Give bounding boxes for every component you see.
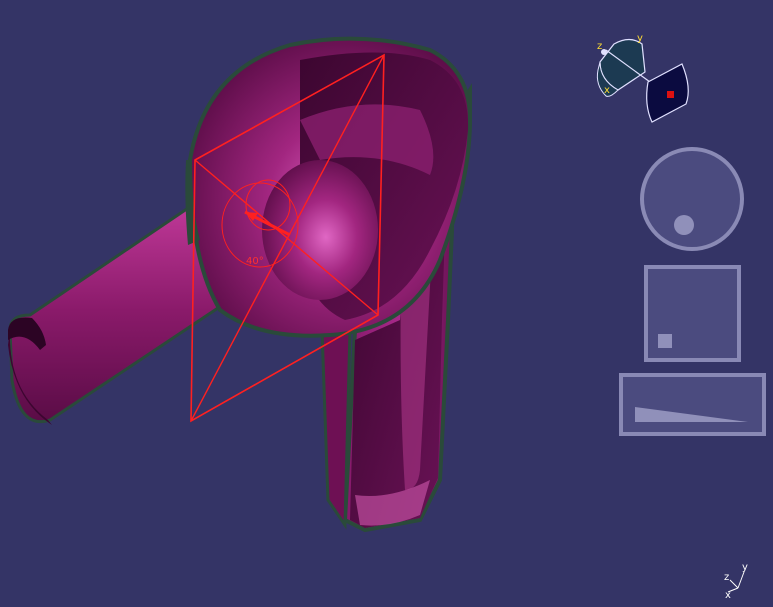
pad-ghost-dot: [658, 334, 672, 348]
compass-x-label: x: [604, 85, 610, 96]
pad-ghost-icon[interactable]: [644, 265, 741, 362]
axis-triad-icon: y z x: [724, 562, 748, 601]
sphere-ghost-dot: [674, 215, 694, 235]
compass-icon[interactable]: z y x: [596, 33, 689, 123]
axis-z-label: z: [724, 572, 729, 583]
axis-y-label: y: [742, 562, 748, 573]
slider-ghost-icon[interactable]: [619, 373, 766, 436]
sphere-ghost-icon[interactable]: [640, 147, 744, 251]
axis-x-label: x: [725, 590, 731, 601]
slider-ghost-ramp: [635, 407, 748, 422]
compass-z-label: z: [597, 41, 602, 52]
compass-y-label: y: [637, 33, 643, 44]
angle-label: 40°: [246, 256, 264, 267]
3d-viewport[interactable]: 40° z y x y z x: [0, 0, 773, 607]
